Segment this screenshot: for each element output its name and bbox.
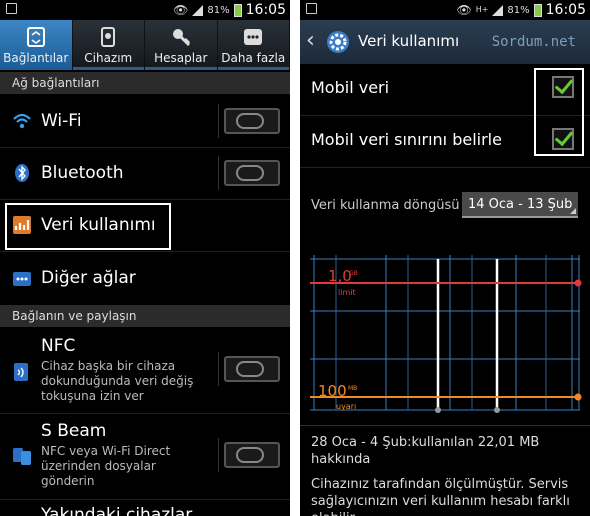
nfc-description: Cihaz başka bir cihaza dokunduğunda veri… [41, 359, 194, 403]
device-icon [101, 27, 116, 47]
bluetooth-icon [15, 164, 29, 182]
data-usage-graph[interactable]: 1,0 GB limit 100 MB uyarı [310, 255, 582, 415]
divider [300, 425, 590, 426]
set-limit-label: Mobil veri sınırını belirle [311, 130, 502, 149]
measurement-note: Cihazınız tarafından ölçülmüştür. Servis… [311, 477, 570, 516]
gallery-notification-icon [6, 3, 17, 14]
tab-label: Hesaplar [154, 51, 208, 65]
s-beam-toggle[interactable] [218, 438, 280, 472]
cycle-marker-start-handle[interactable] [435, 407, 441, 413]
row-label: Diğer ağlar [41, 268, 136, 288]
tab-connections[interactable]: Bağlantılar [0, 20, 73, 70]
nfc-icon [14, 363, 28, 381]
row-nfc[interactable]: NFC Cihaz başka bir cihaza dokunduğunda … [0, 328, 290, 414]
nfc-toggle[interactable] [218, 352, 280, 386]
highlight-frame [534, 68, 584, 156]
tab-my-device[interactable]: Cihazım [72, 20, 145, 70]
limit-label: limit [338, 288, 356, 297]
gear-icon [327, 31, 349, 53]
usage-summary: 28 Oca - 4 Şub:kullanılan 22,01 MB hakkı… [311, 435, 540, 467]
cycle-dropdown[interactable]: 14 Oca - 13 Şub [462, 192, 578, 218]
s-beam-description: NFC veya Wi-Fi Direct üzerinden dosyalar… [41, 444, 171, 488]
nfc-title: NFC [41, 336, 76, 356]
tab-label: Cihazım [84, 51, 133, 65]
nearby-devices-title: Yakındaki cihazlar [41, 505, 193, 516]
row-label: Bluetooth [41, 163, 124, 183]
warning-value: 100 [318, 382, 347, 400]
tab-label: Bağlantılar [3, 51, 69, 65]
battery-icon [233, 3, 242, 17]
battery-percent: 81% [507, 4, 530, 16]
signal-icon [492, 4, 504, 16]
limit-handle[interactable] [574, 279, 582, 287]
row-bluetooth[interactable]: Bluetooth [0, 148, 290, 200]
row-s-beam[interactable]: S Beam NFC veya Wi-Fi Direct üzerinden d… [0, 414, 290, 500]
key-icon [172, 29, 190, 47]
cycle-label: Veri kullanma döngüsü [311, 198, 460, 213]
network-type: H+ [475, 5, 489, 14]
bluetooth-toggle[interactable] [218, 156, 280, 190]
signal-icon [192, 4, 204, 16]
mobile-data-label: Mobil veri [311, 78, 390, 97]
more-networks-icon [13, 272, 31, 286]
battery-percent: 81% [207, 4, 230, 16]
s-beam-icon [13, 448, 31, 465]
tab-more[interactable]: Daha fazla [217, 20, 290, 70]
status-bar: 👁 81% 16:05 [0, 0, 290, 20]
row-nearby-devices[interactable]: Yakındaki cihazlar [0, 500, 290, 516]
more-icon [244, 29, 263, 45]
highlight-frame [5, 203, 171, 250]
back-arrow-icon[interactable]: ‹ [306, 28, 315, 53]
tab-accounts[interactable]: Hesaplar [145, 20, 218, 70]
wifi-icon [13, 113, 31, 129]
limit-unit: GB [349, 270, 358, 277]
row-wifi[interactable]: Wi-Fi [0, 96, 290, 148]
title-bar: ‹ Veri kullanımı Sordum.net [300, 20, 590, 64]
settings-screen: 👁 81% 16:05 Bağlantılar Cihazım Hesaplar… [0, 0, 290, 516]
section-header-connect-share: Bağlanın ve paylaşın [0, 305, 290, 327]
settings-tabs: Bağlantılar Cihazım Hesaplar Daha fazla [0, 20, 290, 70]
row-label: Wi-Fi [41, 111, 82, 131]
clock: 16:05 [545, 2, 586, 18]
connections-icon [26, 27, 45, 47]
s-beam-title: S Beam [41, 421, 107, 441]
row-other-networks[interactable]: Diğer ağlar [0, 252, 290, 306]
warning-handle[interactable] [574, 393, 582, 401]
smart-stay-icon: 👁 [173, 3, 189, 17]
wifi-toggle[interactable] [218, 104, 280, 138]
page-title: Veri kullanımı [358, 32, 460, 50]
status-bar: 👁 H+ 81% 16:05 [300, 0, 590, 20]
smart-stay-icon: 👁 [456, 3, 472, 17]
warning-unit: MB [348, 385, 357, 392]
clock: 16:05 [245, 2, 286, 18]
tab-label: Daha fazla [221, 51, 286, 65]
cycle-marker-end-handle[interactable] [494, 407, 500, 413]
data-usage-screen: 👁 H+ 81% 16:05 ‹ Veri kullanımı Sordum.n… [300, 0, 590, 516]
section-header-network: Ağ bağlantıları [0, 72, 290, 94]
warning-label: uyarı [336, 402, 356, 411]
gallery-notification-icon [306, 3, 317, 14]
battery-icon [533, 3, 542, 17]
watermark: Sordum.net [491, 34, 576, 50]
